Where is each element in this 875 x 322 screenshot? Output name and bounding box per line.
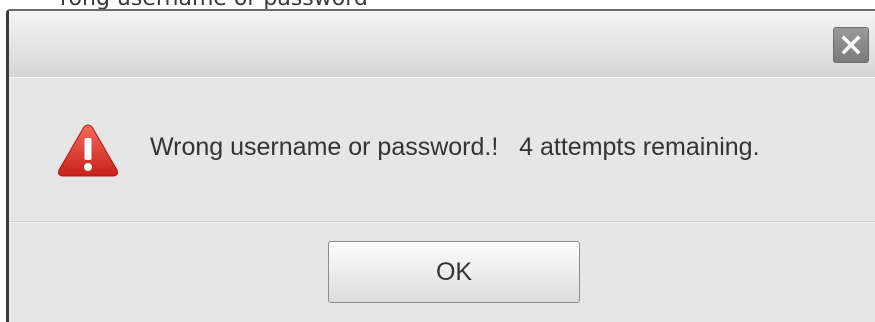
warning-triangle-icon <box>57 124 119 177</box>
close-icon <box>841 35 861 55</box>
error-message: Wrong username or password.! 4 attempts … <box>150 133 760 161</box>
close-button[interactable] <box>833 27 869 63</box>
error-dialog: Wrong username or password.! 4 attempts … <box>6 9 875 322</box>
message-area: Wrong username or password.! 4 attempts … <box>9 78 875 221</box>
dialog-titlebar <box>9 11 875 78</box>
ok-button[interactable]: OK <box>328 241 580 303</box>
footer-divider-highlight <box>9 222 875 223</box>
